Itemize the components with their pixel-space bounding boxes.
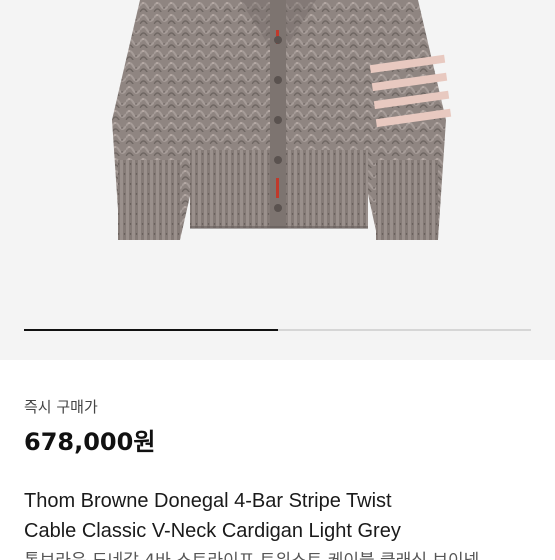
product-info: 즉시 구매가 678,000원 Thom Browne Donegal 4-Ba… <box>0 360 555 560</box>
carousel-indicator <box>24 329 531 331</box>
right-cuff <box>376 160 438 240</box>
product-title-line-1: Thom Browne Donegal 4-Bar Stripe Twist <box>24 490 392 512</box>
product-title: Thom Browne Donegal 4-Bar Stripe Twist C… <box>24 486 534 560</box>
instant-buy-label: 즉시 구매가 <box>24 398 98 416</box>
product-photo <box>112 0 452 240</box>
product-image-area[interactable] <box>0 0 555 360</box>
product-title-line-3: 톰브라운 도네갈 4바 스트라이프 트위스트 케이블 클래식 브이넥 <box>24 546 534 560</box>
carousel-progress-bar <box>24 329 278 331</box>
product-title-line-2: Cable Classic V-Neck Cardigan Light Grey <box>24 520 401 542</box>
instant-buy-price: 678,000원 <box>24 428 156 456</box>
left-cuff <box>118 160 180 240</box>
